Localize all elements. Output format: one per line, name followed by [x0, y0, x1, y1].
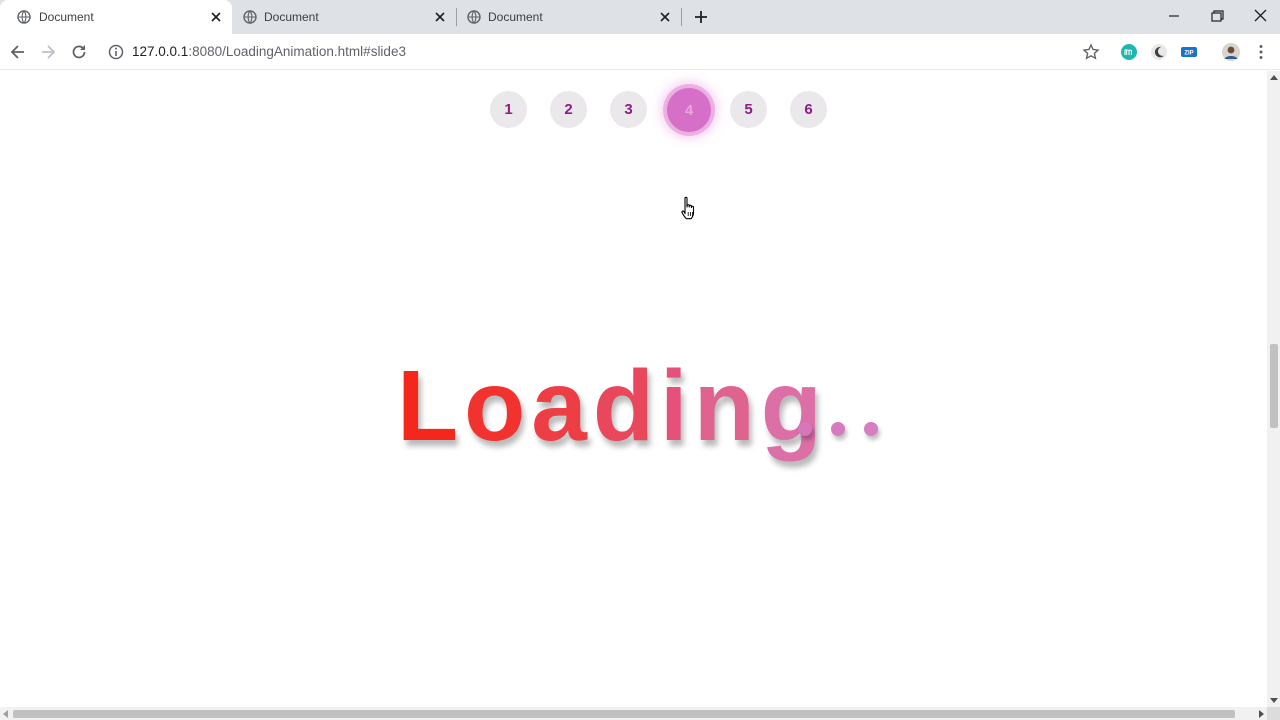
slide-number: 2: [564, 101, 573, 118]
back-arrow-icon[interactable]: [8, 42, 28, 62]
zip-extension-icon[interactable]: ZIP: [1179, 42, 1199, 62]
scroll-right-arrow[interactable]: [1259, 710, 1264, 718]
url-path: :8080/LoadingAnimation.html#slide3: [188, 44, 406, 59]
slide-number: 6: [804, 101, 813, 118]
slide-dot-6[interactable]: 6: [790, 91, 827, 128]
slide-dot-5[interactable]: 5: [730, 91, 767, 128]
globe-icon: [17, 10, 31, 24]
forward-arrow-icon[interactable]: [38, 42, 58, 62]
loading-letter: i: [659, 350, 694, 462]
tab-title: Document: [488, 10, 543, 24]
loading-letter: a: [531, 350, 593, 462]
scrollbar-corner: [1267, 707, 1280, 720]
browser-tab-3[interactable]: Document: [457, 0, 681, 34]
browser-toolbar: 127.0.0.1:8080/LoadingAnimation.html#sli…: [0, 34, 1280, 70]
loading-dot: [864, 422, 878, 436]
horizontal-scrollbar[interactable]: [0, 707, 1267, 720]
slide-number: 3: [624, 101, 633, 118]
loading-dot: [831, 422, 845, 436]
loading-dot: [798, 422, 812, 436]
scroll-up-arrow[interactable]: [1270, 75, 1278, 80]
new-tab-plus-icon[interactable]: [692, 8, 710, 26]
slide-dot-2[interactable]: 2: [550, 91, 587, 128]
loading-letter: d: [592, 350, 660, 462]
scroll-left-arrow[interactable]: [3, 710, 8, 718]
address-bar[interactable]: 127.0.0.1:8080/LoadingAnimation.html#sli…: [132, 44, 406, 60]
close-icon[interactable]: [657, 9, 673, 25]
vertical-scroll-thumb[interactable]: [1270, 344, 1278, 428]
minimize-icon[interactable]: [1162, 6, 1186, 26]
browser-tab-2[interactable]: Document: [232, 0, 456, 34]
profile-avatar-icon[interactable]: [1221, 42, 1241, 62]
slide-number: 1: [504, 101, 513, 118]
restore-icon[interactable]: [1205, 6, 1229, 26]
slide-dot-1[interactable]: 1: [490, 91, 527, 128]
menu-kebab-icon[interactable]: [1251, 42, 1271, 62]
globe-icon: [467, 10, 481, 24]
tab-title: Document: [264, 10, 319, 24]
hand-pointer-cursor-icon: [681, 196, 695, 220]
close-icon[interactable]: [208, 9, 224, 25]
bookmark-star-icon[interactable]: [1081, 42, 1101, 62]
globe-icon: [243, 10, 257, 24]
browser-tab-1[interactable]: Document: [0, 0, 232, 34]
slide-number: 4: [684, 101, 694, 119]
tab-title: Document: [39, 10, 94, 24]
svg-text:ZIP: ZIP: [1184, 51, 1193, 57]
close-icon[interactable]: [432, 9, 448, 25]
slide-dot-4-active[interactable]: 4: [667, 88, 711, 132]
slide-dot-3[interactable]: 3: [610, 91, 647, 128]
window-close-icon[interactable]: [1248, 6, 1272, 26]
url-host: 127.0.0.1: [132, 44, 189, 59]
scroll-down-arrow[interactable]: [1270, 698, 1278, 703]
slide-number: 5: [744, 101, 753, 118]
slide-navigation: 1 2 3 4 5 6: [0, 71, 1267, 161]
tab-strip: Document Document Document: [0, 0, 1280, 34]
vertical-scrollbar[interactable]: [1267, 71, 1280, 707]
loading-text: Loading: [397, 341, 828, 471]
loading-letter: n: [693, 350, 761, 462]
tab-separator: [681, 8, 682, 26]
loading-letter: o: [464, 350, 532, 462]
extension-m-icon[interactable]: [1119, 42, 1139, 62]
loading-letter: g: [760, 350, 828, 462]
dark-mode-moon-icon[interactable]: [1149, 42, 1169, 62]
page-content: 1 2 3 4 5 6 Loading: [0, 71, 1267, 707]
loading-letter: L: [397, 350, 465, 462]
info-icon[interactable]: [106, 42, 126, 62]
reload-icon[interactable]: [69, 42, 89, 62]
horizontal-scroll-thumb[interactable]: [13, 710, 1235, 718]
